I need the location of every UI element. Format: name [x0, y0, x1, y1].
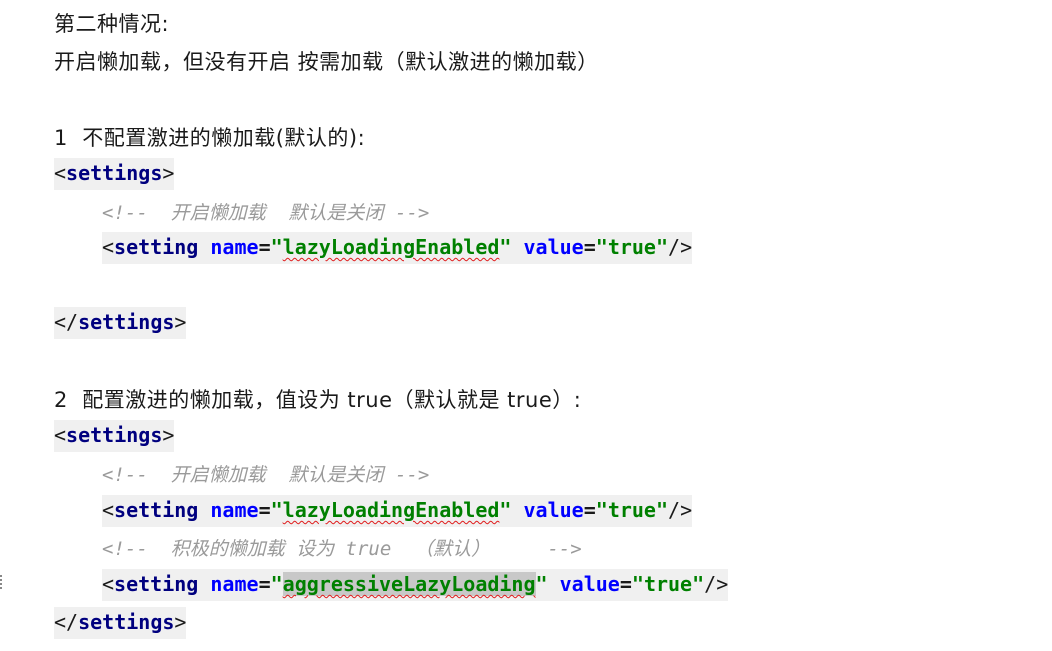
attr-name: value: [523, 235, 584, 259]
attr-value: true: [643, 572, 693, 596]
section2-title: 2 配置激进的懒加载，值设为 true（默认就是 true）:: [54, 388, 582, 412]
tag-name: setting: [114, 572, 199, 596]
heading: 第二种情况:: [54, 12, 170, 36]
attr-value-selected[interactable]: aggressiveLazyLoading: [282, 572, 536, 596]
margin-marker: [0, 575, 6, 589]
section1-open-settings: <settings>: [54, 158, 175, 190]
attr-value: lazyLoadingEnabled: [282, 235, 500, 259]
attr-name: name: [210, 498, 259, 522]
attr-name: name: [210, 235, 259, 259]
section2-close-settings: </settings>: [54, 607, 187, 639]
tag-name: settings: [78, 310, 175, 334]
tag-name: setting: [114, 498, 199, 522]
tag-name: settings: [78, 610, 175, 634]
attr-name: name: [210, 572, 259, 596]
attr-value: true: [607, 498, 656, 522]
section2-comment1: <!-- 开启懒加载 默认是关闭 -->: [102, 464, 430, 486]
section1-title: 1 不配置激进的懒加载(默认的):: [54, 126, 366, 150]
tag-name: settings: [66, 161, 163, 185]
section2-setting2-line: <setting name="aggressiveLazyLoading" va…: [102, 569, 729, 601]
section1-comment: <!-- 开启懒加载 默认是关闭 -->: [102, 202, 430, 224]
attr-name: value: [559, 572, 620, 596]
attr-name: value: [523, 498, 584, 522]
section2-setting1-line: <setting name="lazyLoadingEnabled" value…: [102, 495, 693, 527]
section2-open-settings: <settings>: [54, 420, 175, 452]
tag-name: settings: [66, 423, 163, 447]
attr-value: true: [607, 235, 656, 259]
section1-setting-line: <setting name="lazyLoadingEnabled" value…: [102, 232, 693, 264]
tag-name: setting: [114, 235, 199, 259]
section2-comment2: <!-- 积极的懒加载 设为 true （默认） -->: [102, 538, 582, 560]
section1-close-settings: </settings>: [54, 307, 187, 339]
attr-value: lazyLoadingEnabled: [282, 498, 500, 522]
subheading: 开启懒加载，但没有开启 按需加载（默认激进的懒加载）: [54, 50, 599, 74]
